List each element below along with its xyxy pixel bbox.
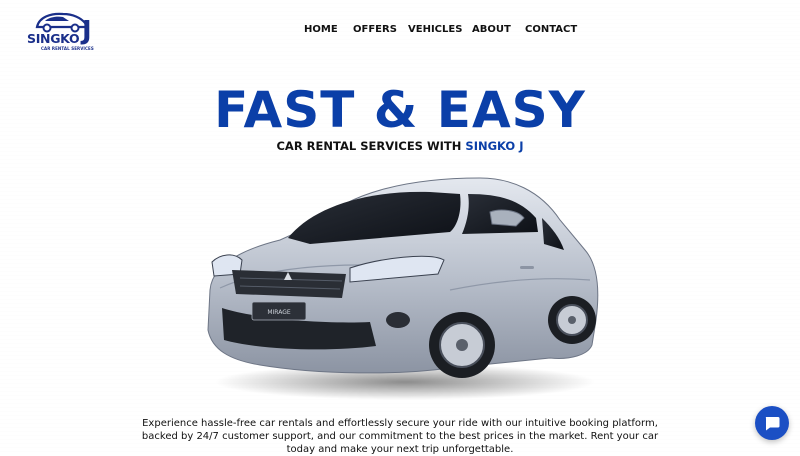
hero-title: FAST & EASY (214, 81, 586, 139)
hero-description: Experience hassle-free car rentals and e… (141, 418, 659, 455)
hero-subtitle: CAR RENTAL SERVICES WITH SINGKO J (0, 139, 800, 153)
chat-icon (765, 417, 780, 431)
site-logo[interactable]: SINGKO J CAR RENTAL SERVICES (27, 9, 101, 53)
hero-subtitle-brand: SINGKO J (465, 139, 524, 153)
nav-vehicles[interactable]: VEHICLES (408, 24, 462, 35)
hero-subtitle-text: CAR RENTAL SERVICES WITH (276, 139, 466, 153)
chat-button[interactable] (755, 406, 789, 440)
nav-home[interactable]: HOME (304, 24, 338, 35)
logo-letter: J (82, 16, 92, 46)
nav-about[interactable]: ABOUT (472, 24, 511, 35)
nav-offers[interactable]: OFFERS (353, 24, 397, 35)
hero-car-image: MIRAGE (207, 177, 599, 400)
site-header: SINGKO J CAR RENTAL SERVICES HOME OFFERS… (0, 0, 800, 60)
nav-contact[interactable]: CONTACT (525, 24, 577, 35)
svg-text:MIRAGE: MIRAGE (267, 309, 291, 316)
logo-wordmark: SINGKO (27, 31, 80, 46)
logo-tagline: CAR RENTAL SERVICES (41, 46, 94, 51)
